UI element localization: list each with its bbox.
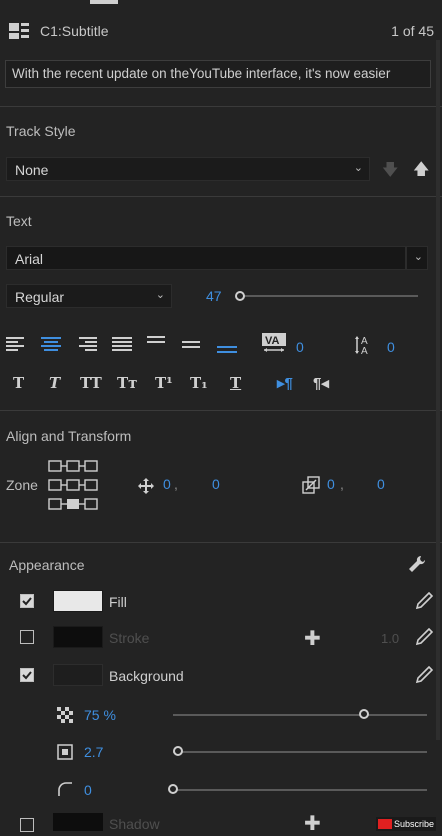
youtube-icon bbox=[378, 819, 392, 829]
opacity-icon bbox=[57, 707, 73, 726]
fill-checkbox[interactable] bbox=[20, 594, 34, 608]
appearance-label: Appearance bbox=[9, 557, 85, 573]
add-stroke-icon[interactable]: ✚ bbox=[304, 626, 321, 651]
track-style-dropdown[interactable]: None ⌄ bbox=[6, 157, 370, 181]
scale-x-value[interactable]: 0 bbox=[327, 476, 335, 492]
all-caps-button[interactable]: TT bbox=[80, 374, 102, 392]
justify-icon[interactable] bbox=[112, 336, 132, 355]
align-middle-icon[interactable] bbox=[182, 336, 202, 355]
chevron-down-icon: ⌄ bbox=[413, 251, 423, 263]
opacity-slider[interactable] bbox=[173, 714, 427, 716]
shadow-label: Shadow bbox=[109, 816, 160, 832]
font-style-value: Regular bbox=[15, 289, 65, 305]
caption-title: C1:Subtitle bbox=[40, 23, 109, 39]
align-center-icon[interactable] bbox=[41, 336, 61, 355]
divider bbox=[0, 542, 442, 543]
corner-radius-value[interactable]: 0 bbox=[84, 782, 92, 798]
underline-button[interactable]: T bbox=[230, 374, 241, 392]
stroke-color-swatch[interactable] bbox=[53, 626, 103, 648]
move-icon bbox=[137, 477, 155, 498]
small-caps-button[interactable]: Tт bbox=[117, 374, 137, 392]
background-label: Background bbox=[109, 668, 184, 684]
push-style-down-icon[interactable]: 🡇 bbox=[382, 159, 398, 186]
chevron-down-icon: ⌄ bbox=[353, 162, 363, 174]
font-value: Arial bbox=[15, 251, 44, 267]
font-style-dropdown[interactable]: Regular ⌄ bbox=[6, 284, 172, 308]
font-size-slider[interactable] bbox=[240, 295, 418, 297]
zone-label: Zone bbox=[6, 477, 38, 493]
eyedropper-icon[interactable] bbox=[415, 591, 434, 613]
opacity-slider-knob[interactable] bbox=[358, 709, 369, 719]
position-separator: , bbox=[174, 476, 178, 492]
stroke-label: Stroke bbox=[109, 630, 150, 646]
faux-italic-button[interactable]: T bbox=[49, 374, 60, 392]
leading-icon: AA bbox=[354, 334, 376, 359]
divider bbox=[0, 106, 442, 107]
position-y-value[interactable]: 0 bbox=[212, 476, 220, 492]
wrench-icon[interactable] bbox=[408, 555, 426, 576]
stroke-width-value[interactable]: 1.0 bbox=[381, 631, 399, 646]
font-dropdown[interactable]: Arial bbox=[6, 246, 406, 270]
scale-icon bbox=[302, 476, 320, 497]
eyedropper-icon[interactable] bbox=[415, 627, 434, 649]
leading-value[interactable]: 0 bbox=[387, 339, 395, 355]
align-left-icon[interactable] bbox=[6, 336, 26, 355]
fill-color-swatch[interactable] bbox=[53, 590, 103, 612]
background-size-value[interactable]: 2.7 bbox=[84, 744, 103, 760]
chevron-down-icon: ⌄ bbox=[155, 289, 165, 301]
track-style-label: Track Style bbox=[6, 123, 76, 139]
caption-counter: 1 of 45 bbox=[391, 23, 434, 39]
push-style-up-icon[interactable]: 🡅 bbox=[413, 158, 429, 185]
background-color-swatch[interactable] bbox=[53, 664, 103, 686]
background-size-slider-knob[interactable] bbox=[173, 746, 184, 756]
tracking-icon: VA bbox=[262, 333, 286, 358]
left-to-right-button[interactable]: ▸¶ bbox=[277, 374, 293, 392]
divider bbox=[0, 410, 442, 411]
right-to-left-button[interactable]: ¶◂ bbox=[313, 374, 329, 392]
align-bottom-icon[interactable] bbox=[217, 336, 237, 357]
eyedropper-icon[interactable] bbox=[415, 665, 434, 687]
subscript-button[interactable]: T₁ bbox=[190, 374, 208, 392]
fill-label: Fill bbox=[109, 594, 127, 610]
tracking-value[interactable]: 0 bbox=[296, 339, 304, 355]
scale-y-value[interactable]: 0 bbox=[377, 476, 385, 492]
track-style-value: None bbox=[15, 162, 49, 178]
faux-bold-button[interactable]: T bbox=[13, 374, 24, 392]
subscribe-watermark: Subscribe bbox=[376, 817, 436, 831]
corner-radius-slider-knob[interactable] bbox=[168, 784, 178, 794]
position-x-value[interactable]: 0 bbox=[163, 476, 171, 492]
background-size-slider[interactable] bbox=[173, 751, 427, 753]
text-section-label: Text bbox=[6, 213, 32, 229]
caption-track-icon bbox=[8, 20, 30, 42]
add-shadow-icon[interactable]: ✚ bbox=[304, 811, 321, 836]
align-top-icon[interactable] bbox=[147, 336, 167, 355]
svg-text:A: A bbox=[361, 346, 368, 356]
corner-radius-icon bbox=[57, 781, 73, 800]
corner-radius-slider[interactable] bbox=[173, 789, 427, 791]
stroke-checkbox[interactable] bbox=[20, 630, 34, 644]
scale-separator: , bbox=[340, 476, 344, 492]
svg-text:VA: VA bbox=[265, 335, 280, 347]
font-dropdown-toggle[interactable]: ⌄ bbox=[406, 246, 428, 270]
divider bbox=[0, 196, 442, 197]
shadow-checkbox[interactable] bbox=[20, 818, 34, 832]
zone-grid[interactable] bbox=[48, 459, 98, 514]
opacity-value[interactable]: 75 % bbox=[84, 707, 116, 723]
font-size-value[interactable]: 47 bbox=[206, 288, 222, 304]
font-size-slider-knob[interactable] bbox=[235, 291, 245, 301]
align-transform-label: Align and Transform bbox=[6, 428, 132, 444]
panel-scrollbar[interactable] bbox=[436, 40, 440, 740]
background-checkbox[interactable] bbox=[20, 668, 34, 682]
superscript-button[interactable]: T¹ bbox=[155, 374, 173, 392]
top-indicator bbox=[90, 0, 118, 4]
background-size-icon bbox=[57, 744, 73, 763]
align-right-icon[interactable] bbox=[77, 336, 97, 355]
caption-text-input[interactable]: With the recent update on theYouTube int… bbox=[5, 60, 431, 88]
shadow-color-swatch[interactable] bbox=[53, 813, 103, 831]
